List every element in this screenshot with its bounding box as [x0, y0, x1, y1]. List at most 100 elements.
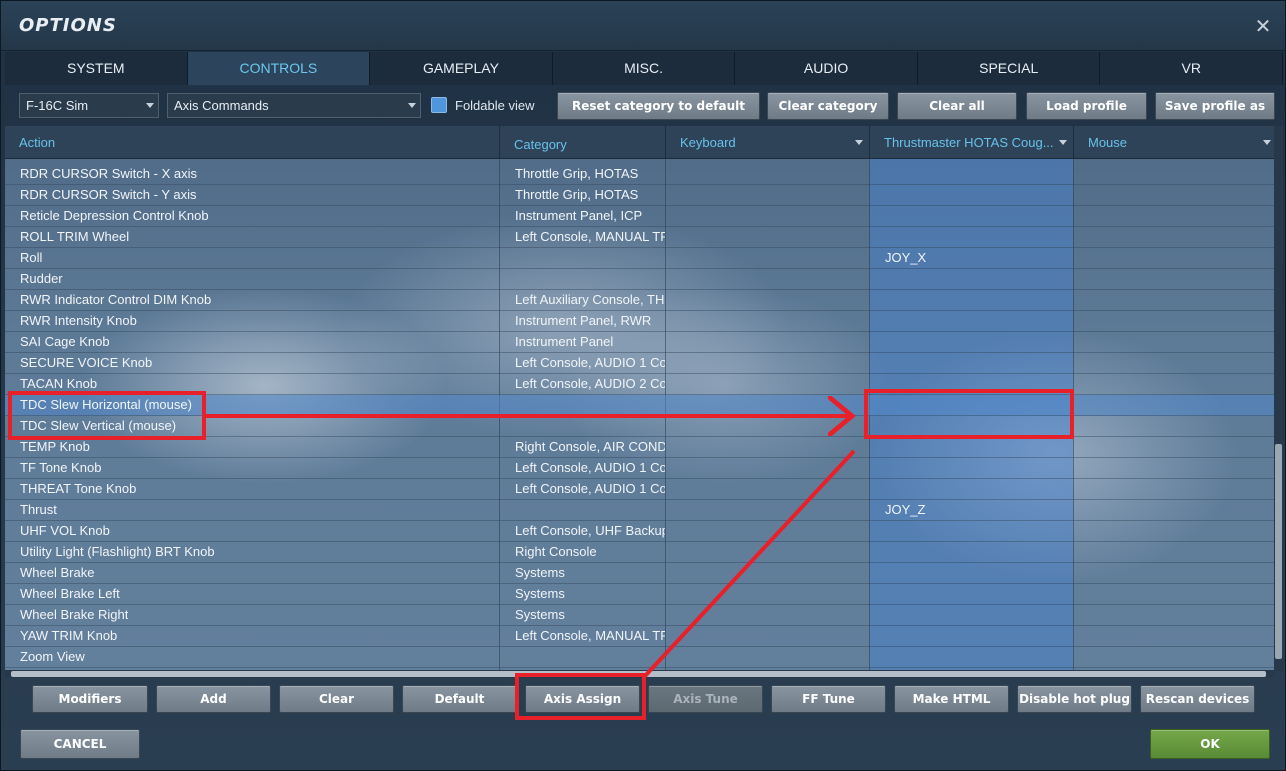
- cell-category[interactable]: [515, 269, 665, 289]
- cell-hotas[interactable]: [885, 563, 1065, 583]
- axis-assign-button[interactable]: Axis Assign: [525, 685, 640, 713]
- cell-category[interactable]: [515, 248, 665, 268]
- aircraft-select[interactable]: F-16C Sim: [19, 93, 159, 118]
- cell-category[interactable]: Throttle Grip, HOTAS: [515, 185, 665, 205]
- cell-category[interactable]: Left Console, AUDIO 1 Co: [515, 479, 665, 499]
- cell-mouse[interactable]: [1089, 269, 1269, 289]
- cell-hotas[interactable]: [885, 542, 1065, 562]
- column-header-keyboard[interactable]: Keyboard: [666, 126, 870, 159]
- table-row[interactable]: TEMP Knob Right Console, AIR COND: [5, 437, 1277, 458]
- ok-button[interactable]: OK: [1150, 729, 1270, 759]
- cell-mouse[interactable]: [1089, 542, 1269, 562]
- cell-mouse[interactable]: [1089, 227, 1269, 247]
- cell-keyboard[interactable]: [681, 647, 861, 667]
- tab-system[interactable]: SYSTEM: [5, 52, 188, 85]
- cell-mouse[interactable]: [1089, 290, 1269, 310]
- cell-hotas[interactable]: JOY_X: [885, 248, 1065, 268]
- cell-mouse[interactable]: [1089, 206, 1269, 226]
- table-row[interactable]: Utility Light (Flashlight) BRT Knob Right…: [5, 542, 1277, 563]
- cell-mouse[interactable]: [1089, 458, 1269, 478]
- cell-keyboard[interactable]: [681, 227, 861, 247]
- horizontal-scrollbar[interactable]: [5, 670, 1274, 678]
- cell-category[interactable]: Left Console, MANUAL TR: [515, 227, 665, 247]
- table-row[interactable]: RWR Intensity Knob Instrument Panel, RWR: [5, 311, 1277, 332]
- cell-category[interactable]: Left Console, UHF Backup: [515, 521, 665, 541]
- axis-tune-button[interactable]: Axis Tune: [648, 685, 763, 713]
- cell-category[interactable]: Systems: [515, 605, 665, 625]
- cell-category[interactable]: Left Auxiliary Console, TH: [515, 290, 665, 310]
- cell-hotas[interactable]: [885, 521, 1065, 541]
- table-row[interactable]: Wheel Brake Left Systems: [5, 584, 1277, 605]
- cell-keyboard[interactable]: [681, 626, 861, 646]
- clear-category-button[interactable]: Clear category: [767, 92, 889, 120]
- cell-mouse[interactable]: [1089, 584, 1269, 604]
- close-icon[interactable]: ✕: [1253, 16, 1273, 36]
- make-html-button[interactable]: Make HTML: [894, 685, 1009, 713]
- cell-category[interactable]: Right Console: [515, 542, 665, 562]
- cell-mouse[interactable]: [1089, 605, 1269, 625]
- cell-hotas[interactable]: [885, 584, 1065, 604]
- cell-mouse[interactable]: [1089, 374, 1269, 394]
- cell-hotas[interactable]: [885, 479, 1065, 499]
- cell-hotas[interactable]: [885, 458, 1065, 478]
- cell-mouse[interactable]: [1089, 332, 1269, 352]
- column-header-action[interactable]: Action: [5, 126, 500, 159]
- cell-keyboard[interactable]: [681, 521, 861, 541]
- table-row[interactable]: TACAN Knob Left Console, AUDIO 2 Co: [5, 374, 1277, 395]
- cell-hotas[interactable]: [885, 164, 1065, 184]
- cell-mouse[interactable]: [1089, 521, 1269, 541]
- cell-hotas[interactable]: [885, 395, 1065, 415]
- table-row[interactable]: Wheel Brake Systems: [5, 563, 1277, 584]
- vertical-scrollbar[interactable]: [1274, 126, 1283, 671]
- table-row[interactable]: SAI Cage Knob Instrument Panel: [5, 332, 1277, 353]
- cell-hotas[interactable]: [885, 647, 1065, 667]
- cell-category[interactable]: Left Console, AUDIO 2 Co: [515, 374, 665, 394]
- cell-category[interactable]: Left Console, AUDIO 1 Co: [515, 353, 665, 373]
- cell-keyboard[interactable]: [681, 311, 861, 331]
- cancel-button[interactable]: CANCEL: [20, 729, 140, 759]
- table-row[interactable]: YAW TRIM Knob Left Console, MANUAL TR: [5, 626, 1277, 647]
- cell-keyboard[interactable]: [681, 164, 861, 184]
- cell-mouse[interactable]: [1089, 416, 1269, 436]
- cell-keyboard[interactable]: [681, 479, 861, 499]
- table-row[interactable]: RDR CURSOR Switch - X axis Throttle Grip,…: [5, 164, 1277, 185]
- cell-category[interactable]: Instrument Panel: [515, 332, 665, 352]
- cell-hotas[interactable]: [885, 311, 1065, 331]
- tab-misc[interactable]: MISC.: [552, 52, 736, 85]
- cell-hotas[interactable]: [885, 353, 1065, 373]
- cell-category[interactable]: [515, 395, 665, 415]
- table-row[interactable]: SECURE VOICE Knob Left Console, AUDIO 1 C…: [5, 353, 1277, 374]
- cell-mouse[interactable]: [1089, 164, 1269, 184]
- cell-category[interactable]: Systems: [515, 584, 665, 604]
- cell-hotas[interactable]: [885, 227, 1065, 247]
- table-row[interactable]: Zoom View: [5, 647, 1277, 668]
- rescan-devices-button[interactable]: Rescan devices: [1140, 685, 1255, 713]
- tab-audio[interactable]: AUDIO: [735, 52, 918, 85]
- cell-keyboard[interactable]: [681, 500, 861, 520]
- default-button[interactable]: Default: [402, 685, 517, 713]
- cell-keyboard[interactable]: [681, 374, 861, 394]
- cell-keyboard[interactable]: [681, 332, 861, 352]
- cell-hotas[interactable]: [885, 626, 1065, 646]
- cell-category[interactable]: Instrument Panel, ICP: [515, 206, 665, 226]
- cell-mouse[interactable]: [1089, 626, 1269, 646]
- cell-keyboard[interactable]: [681, 353, 861, 373]
- cell-keyboard[interactable]: [681, 605, 861, 625]
- cell-mouse[interactable]: [1089, 479, 1269, 499]
- cell-hotas[interactable]: JOY_Z: [885, 500, 1065, 520]
- cell-category[interactable]: Throttle Grip, HOTAS: [515, 164, 665, 184]
- cell-category[interactable]: Right Console, AIR COND: [515, 437, 665, 457]
- table-row[interactable]: TDC Slew Vertical (mouse): [5, 416, 1277, 437]
- cell-mouse[interactable]: [1089, 395, 1269, 415]
- cell-keyboard[interactable]: [681, 185, 861, 205]
- load-profile-button[interactable]: Load profile: [1026, 92, 1147, 120]
- cell-keyboard[interactable]: [681, 290, 861, 310]
- ff-tune-button[interactable]: FF Tune: [771, 685, 886, 713]
- cell-keyboard[interactable]: [681, 584, 861, 604]
- table-row[interactable]: TDC Slew Horizontal (mouse): [5, 395, 1277, 416]
- save-profile-as-button[interactable]: Save profile as: [1155, 92, 1275, 120]
- vertical-scroll-thumb[interactable]: [1275, 444, 1282, 659]
- add-button[interactable]: Add: [156, 685, 271, 713]
- cell-keyboard[interactable]: [681, 542, 861, 562]
- cell-mouse[interactable]: [1089, 311, 1269, 331]
